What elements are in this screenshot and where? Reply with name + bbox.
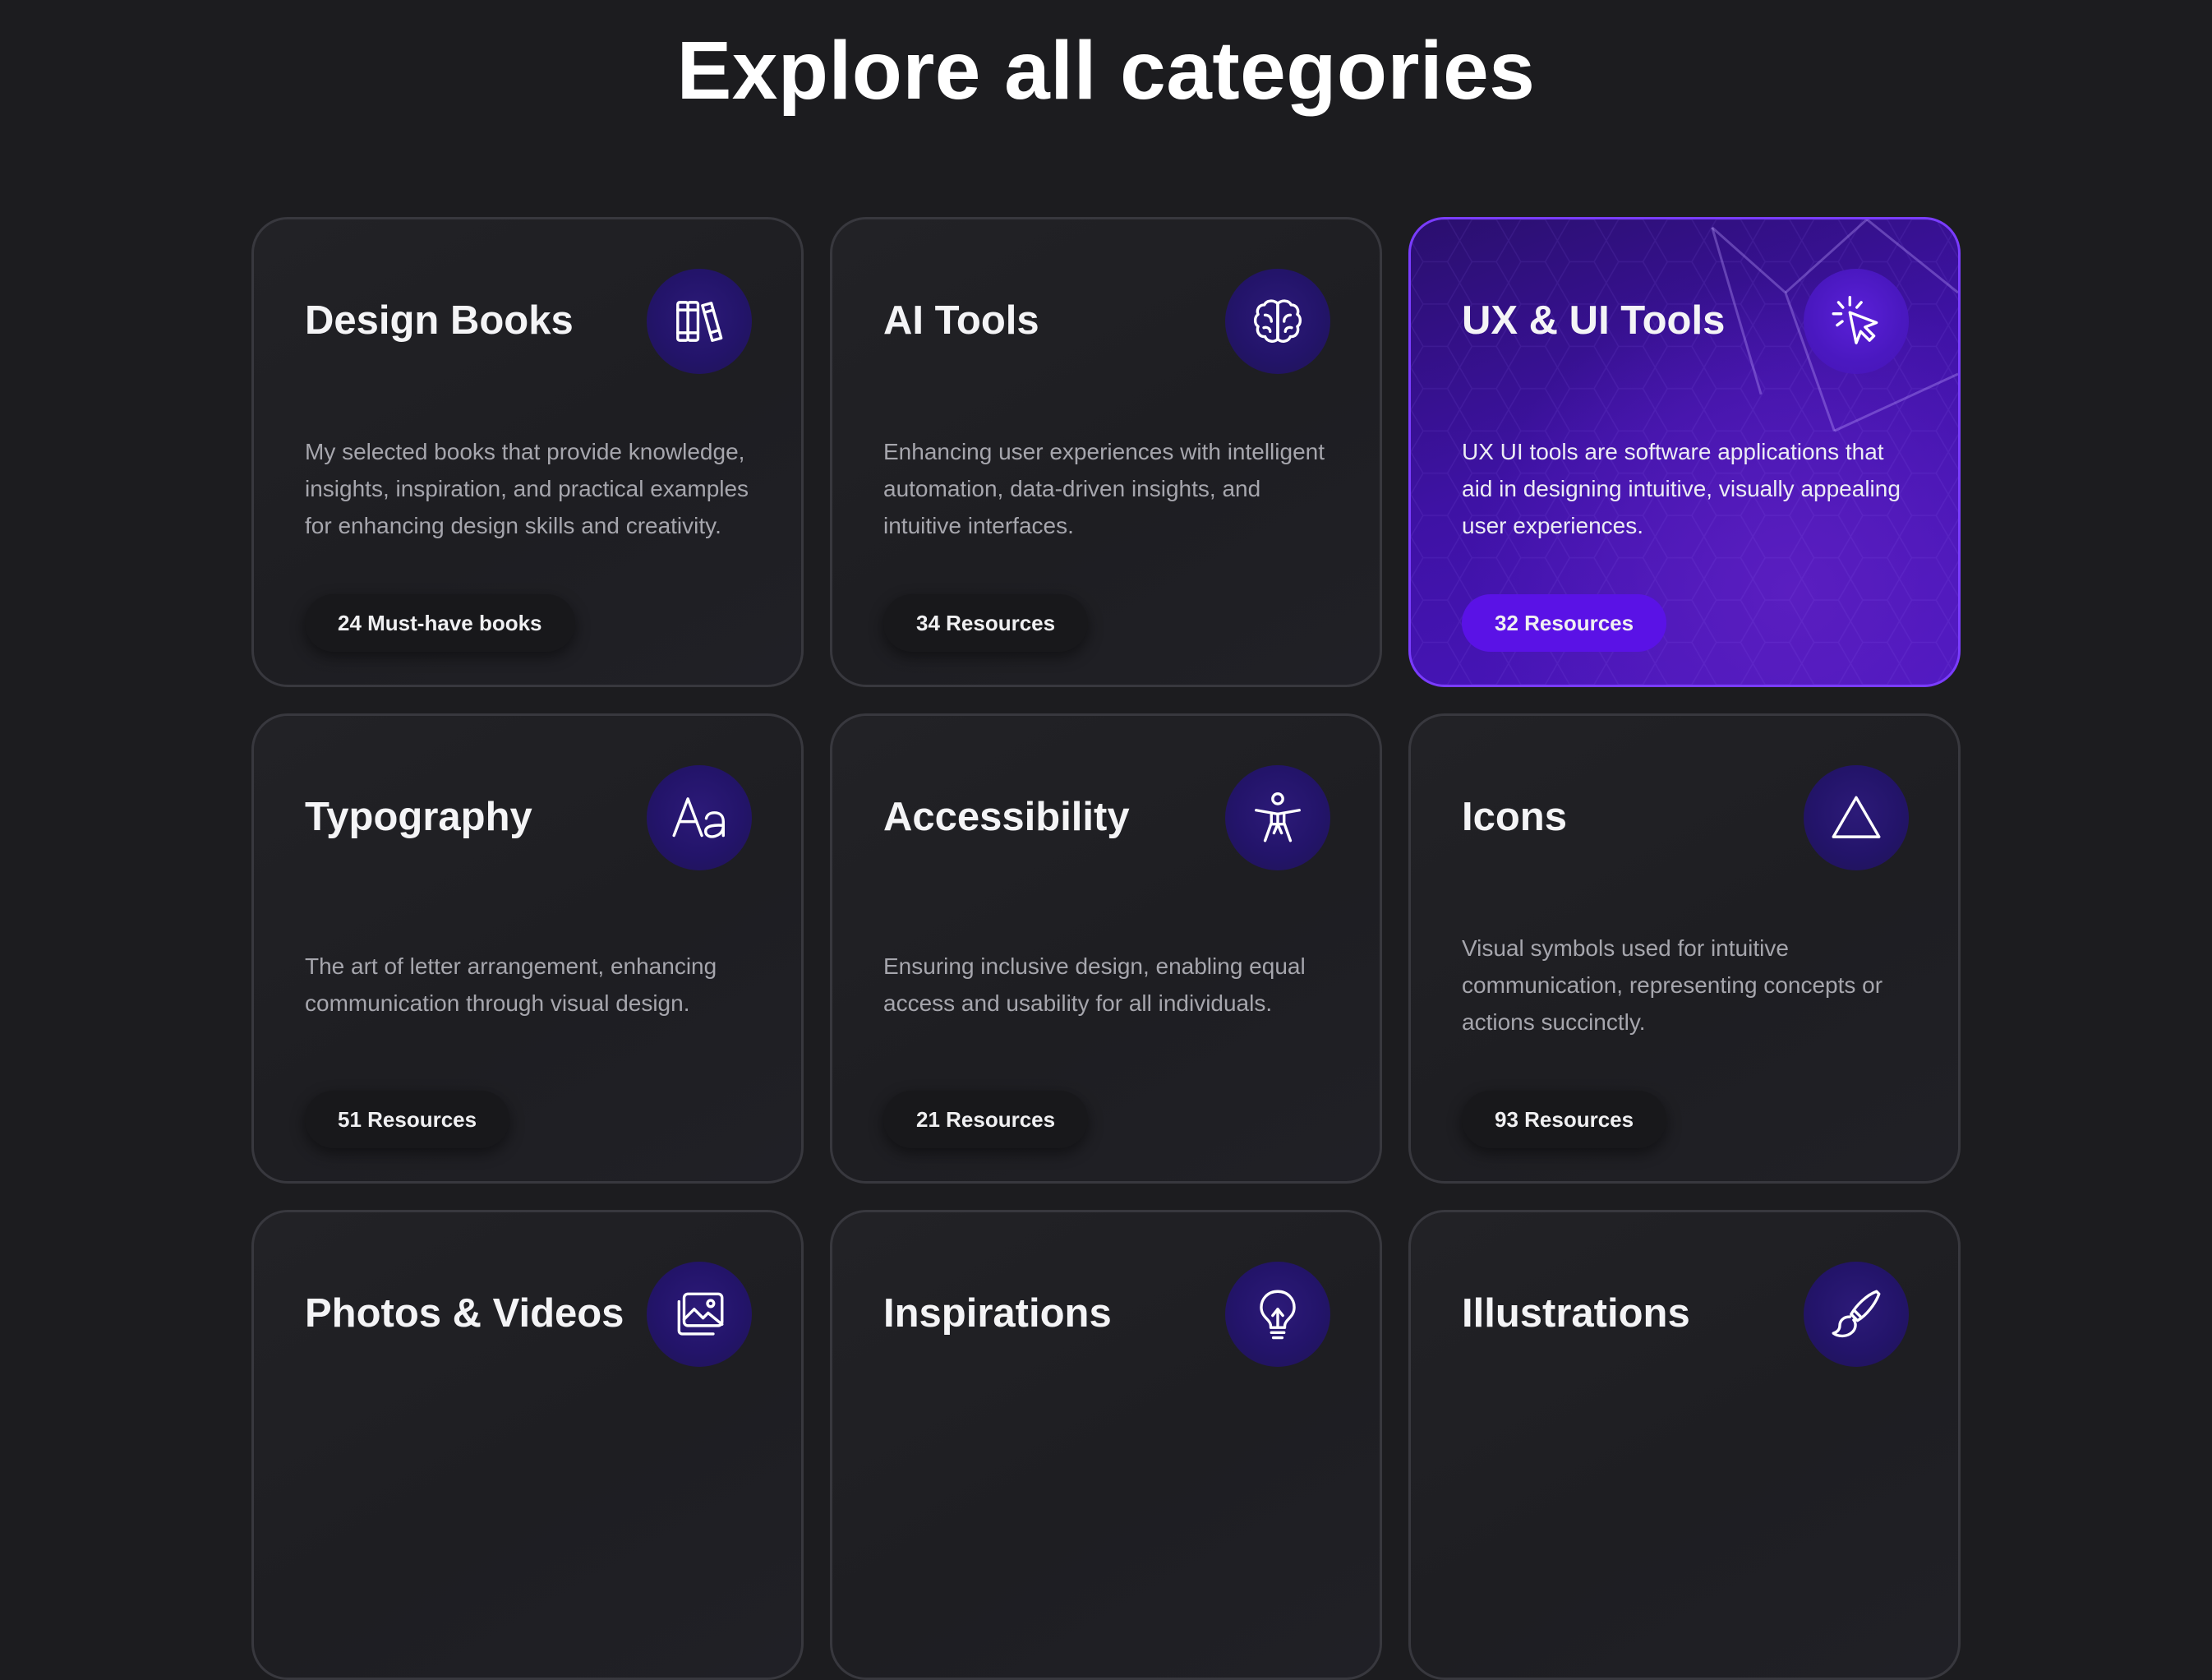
resource-count-badge[interactable]: 24 Must-have books	[305, 594, 575, 652]
card-title: Inspirations	[883, 1291, 1112, 1336]
lightbulb-icon	[1225, 1262, 1330, 1367]
card-description: The art of letter arrangement, enhancing…	[305, 953, 717, 1016]
typography-icon	[647, 765, 752, 870]
card-title: UX & UI Tools	[1462, 298, 1726, 343]
category-card-inspirations[interactable]: Inspirations	[830, 1210, 1382, 1680]
card-description	[1462, 1403, 1909, 1559]
card-description: Enhancing user experiences with intellig…	[883, 438, 1325, 538]
card-description	[305, 1403, 752, 1559]
category-card-typography[interactable]: Typography The art of letter arrangement…	[251, 713, 804, 1184]
resource-count-badge[interactable]: 32 Resources	[1462, 594, 1667, 652]
category-card-illustrations[interactable]: Illustrations	[1408, 1210, 1961, 1680]
card-description: Visual symbols used for intuitive commun…	[1462, 935, 1883, 1035]
category-grid: Design Books My selected books that prov…	[251, 217, 1961, 1680]
resource-count-badge[interactable]: 51 Resources	[305, 1091, 510, 1148]
card-title: Illustrations	[1462, 1291, 1690, 1336]
accessibility-icon	[1225, 765, 1330, 870]
card-description	[883, 1403, 1330, 1559]
card-description: UX UI tools are software applications th…	[1462, 438, 1901, 538]
card-title: Icons	[1462, 795, 1567, 839]
category-card-accessibility[interactable]: Accessibility Ensuring inclusive design,…	[830, 713, 1382, 1184]
card-title: Typography	[305, 795, 532, 839]
card-description: Ensuring inclusive design, enabling equa…	[883, 953, 1306, 1016]
card-description: My selected books that provide knowledge…	[305, 438, 749, 538]
category-card-photos-videos[interactable]: Photos & Videos	[251, 1210, 804, 1680]
resource-count-badge[interactable]: 93 Resources	[1462, 1091, 1667, 1148]
page-title: Explore all categories	[676, 25, 1536, 117]
category-card-ai-tools[interactable]: AI Tools Enhancing user experiences with…	[830, 217, 1382, 687]
triangle-icon	[1804, 765, 1909, 870]
books-icon	[647, 269, 752, 374]
photos-icon	[647, 1262, 752, 1367]
cursor-click-icon	[1804, 269, 1909, 374]
brain-icon	[1225, 269, 1330, 374]
category-card-ux-ui-tools[interactable]: UX & UI Tools UX UI tools are software a…	[1408, 217, 1961, 687]
resource-count-badge[interactable]: 21 Resources	[883, 1091, 1089, 1148]
card-title: AI Tools	[883, 298, 1039, 343]
card-title: Photos & Videos	[305, 1291, 624, 1336]
category-card-icons[interactable]: Icons Visual symbols used for intuitive …	[1408, 713, 1961, 1184]
card-title: Design Books	[305, 298, 574, 343]
category-card-design-books[interactable]: Design Books My selected books that prov…	[251, 217, 804, 687]
card-title: Accessibility	[883, 795, 1130, 839]
paintbrush-icon	[1804, 1262, 1909, 1367]
resource-count-badge[interactable]: 34 Resources	[883, 594, 1089, 652]
